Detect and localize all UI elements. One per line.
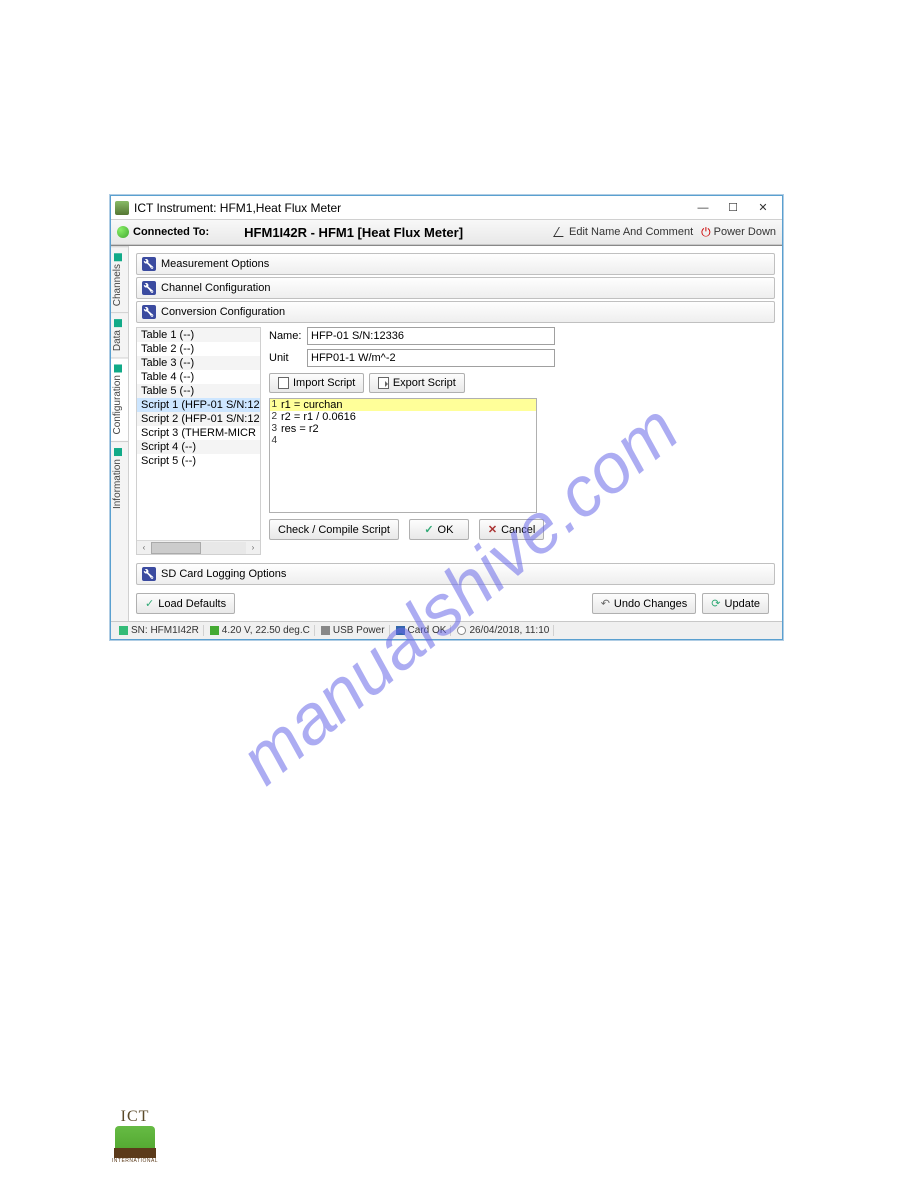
status-sn-icon [119, 626, 128, 635]
list-item[interactable]: Table 1 (--) [137, 328, 260, 342]
document-icon [278, 377, 289, 389]
refresh-icon: ⟳ [711, 597, 720, 610]
pencil-icon [553, 227, 569, 237]
titlebar: ICT Instrument: HFM1,Heat Flux Meter — ☐… [111, 196, 782, 220]
usb-icon [321, 626, 330, 635]
script-line[interactable]: 2r2 = r1 / 0.0616 [270, 411, 536, 423]
tab-indicator-icon [114, 253, 122, 261]
side-tab-bar: Channels Data Configuration Information [111, 246, 129, 621]
device-title: HFM1I42R - HFM1 [Heat Flux Meter] [219, 225, 548, 240]
wrench-icon [142, 567, 156, 581]
edit-name-button[interactable]: Edit Name And Comment [556, 226, 693, 238]
status-sn: SN: HFM1I42R [131, 625, 199, 636]
app-window: ICT Instrument: HFM1,Heat Flux Meter — ☐… [110, 195, 783, 640]
connection-toolbar: Connected To: HFM1I42R - HFM1 [Heat Flux… [111, 220, 782, 245]
close-button[interactable]: ✕ [748, 196, 778, 220]
power-icon: ⏻ [701, 225, 711, 240]
list-item[interactable]: Script 1 (HFP-01 S/N:12 [137, 398, 260, 412]
check-compile-button[interactable]: Check / Compile Script [269, 519, 399, 540]
tab-configuration[interactable]: Configuration [111, 357, 128, 440]
script-line[interactable]: 3res = r2 [270, 423, 536, 435]
status-card: Card OK [408, 625, 447, 636]
list-item[interactable]: Script 4 (--) [137, 440, 260, 454]
script-editor[interactable]: 1r1 = curchan2r2 = r1 / 0.06163res = r24 [269, 398, 537, 513]
update-button[interactable]: ⟳Update [702, 593, 769, 614]
window-title: ICT Instrument: HFM1,Heat Flux Meter [134, 201, 341, 215]
tab-indicator-icon [114, 448, 122, 456]
wrench-icon [142, 305, 156, 319]
status-time: 26/04/2018, 11:10 [469, 625, 549, 636]
app-icon [115, 201, 129, 215]
clock-icon [457, 626, 466, 635]
unit-input[interactable] [307, 349, 555, 367]
accordion-measurement-options[interactable]: Measurement Options [136, 253, 775, 275]
scroll-thumb[interactable] [151, 542, 201, 554]
ok-button[interactable]: ✓OK [409, 519, 469, 540]
power-down-button[interactable]: ⏻Power Down [701, 225, 776, 240]
scroll-right-icon[interactable]: › [246, 541, 260, 555]
check-icon: ✓ [424, 523, 433, 536]
battery-icon [210, 626, 219, 635]
list-item[interactable]: Script 3 (THERM-MICR [137, 426, 260, 440]
accordion-channel-configuration[interactable]: Channel Configuration [136, 277, 775, 299]
tab-channels[interactable]: Channels [111, 246, 128, 312]
maximize-button[interactable]: ☐ [718, 196, 748, 220]
undo-icon: ↶ [601, 597, 610, 610]
check-icon: ✓ [145, 597, 154, 610]
status-battery: 4.20 V, 22.50 deg.C [222, 625, 310, 636]
list-item[interactable]: Table 3 (--) [137, 356, 260, 370]
import-script-button[interactable]: Import Script [269, 373, 364, 393]
list-item[interactable]: Table 5 (--) [137, 384, 260, 398]
list-item[interactable]: Table 4 (--) [137, 370, 260, 384]
list-item[interactable]: Script 2 (HFP-01 S/N:12 [137, 412, 260, 426]
wrench-icon [142, 281, 156, 295]
cancel-button[interactable]: ✕Cancel [479, 519, 544, 540]
status-usb: USB Power [333, 625, 385, 636]
undo-changes-button[interactable]: ↶Undo Changes [592, 593, 697, 614]
horizontal-scrollbar[interactable]: ‹ › [137, 540, 260, 554]
name-label: Name: [269, 330, 307, 342]
configuration-panel: Measurement Options Channel Configuratio… [129, 246, 782, 621]
load-defaults-button[interactable]: ✓Load Defaults [136, 593, 235, 614]
accordion-sd-logging[interactable]: SD Card Logging Options [136, 563, 775, 585]
tab-indicator-icon [114, 319, 122, 327]
script-line[interactable]: 1r1 = curchan [270, 399, 536, 411]
tab-indicator-icon [114, 364, 122, 372]
card-icon [396, 626, 405, 635]
x-icon: ✕ [488, 523, 497, 536]
list-item[interactable]: Table 2 (--) [137, 342, 260, 356]
status-bar: SN: HFM1I42R 4.20 V, 22.50 deg.C USB Pow… [111, 621, 782, 639]
scroll-left-icon[interactable]: ‹ [137, 541, 151, 555]
ict-logo: ICT INTERNATIONAL [110, 1108, 160, 1164]
script-table-list: Table 1 (--)Table 2 (--)Table 3 (--)Tabl… [136, 327, 261, 555]
name-input[interactable] [307, 327, 555, 345]
accordion-conversion-configuration[interactable]: Conversion Configuration [136, 301, 775, 323]
script-line[interactable]: 4 [270, 435, 536, 446]
wrench-icon [142, 257, 156, 271]
tab-data[interactable]: Data [111, 312, 128, 357]
tab-information[interactable]: Information [111, 441, 128, 515]
connection-status-icon [117, 226, 129, 238]
export-script-button[interactable]: Export Script [369, 373, 465, 393]
connected-to-label: Connected To: [133, 226, 209, 238]
list-item[interactable]: Script 5 (--) [137, 454, 260, 468]
minimize-button[interactable]: — [688, 196, 718, 220]
document-export-icon [378, 377, 389, 389]
unit-label: Unit [269, 352, 307, 364]
